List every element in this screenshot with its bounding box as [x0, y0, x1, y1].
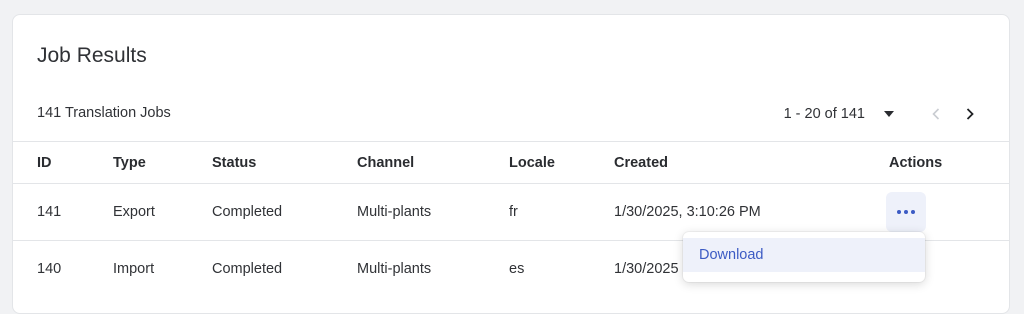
- menu-item-download[interactable]: Download: [683, 238, 925, 272]
- row-actions-menu: Download: [683, 232, 925, 282]
- job-results-card: Job Results 141 Translation Jobs 1 - 20 …: [12, 14, 1010, 314]
- cell-type: Import: [113, 261, 155, 277]
- previous-page-button[interactable]: [923, 101, 949, 127]
- column-header-channel[interactable]: Channel: [357, 142, 414, 183]
- pagination: 1 - 20 of 141: [784, 101, 983, 127]
- chevron-right-icon: [966, 108, 974, 120]
- job-count: 141 Translation Jobs: [37, 105, 171, 121]
- more-horizontal-icon: [897, 210, 915, 214]
- column-header-actions: Actions: [889, 154, 943, 171]
- column-header-created[interactable]: Created: [614, 142, 668, 183]
- cell-locale: fr: [509, 204, 518, 220]
- page-size-dropdown[interactable]: [881, 106, 897, 122]
- chevron-left-icon: [932, 108, 940, 120]
- column-header-type[interactable]: Type: [113, 142, 146, 183]
- cell-created: 1/30/2025: [614, 261, 679, 277]
- cell-type: Export: [113, 204, 155, 220]
- column-header-id[interactable]: ID: [37, 142, 52, 183]
- cell-channel: Multi-plants: [357, 204, 432, 220]
- cell-id: 141: [37, 204, 62, 220]
- cell-status: Completed: [212, 204, 283, 220]
- column-header-locale[interactable]: Locale: [509, 142, 555, 183]
- cell-id: 140: [37, 261, 62, 277]
- next-page-button[interactable]: [957, 101, 983, 127]
- cell-status: Completed: [212, 261, 283, 277]
- caret-down-icon: [884, 111, 894, 117]
- table-header-row: ID Type Status Channel Locale Created Ac…: [13, 141, 1009, 183]
- cell-channel: Multi-plants: [357, 261, 432, 277]
- cell-locale: es: [509, 261, 525, 277]
- column-header-status[interactable]: Status: [212, 142, 256, 183]
- row-actions-button[interactable]: [886, 192, 926, 232]
- page-range: 1 - 20 of 141: [783, 106, 865, 122]
- card-title: Job Results: [37, 44, 147, 67]
